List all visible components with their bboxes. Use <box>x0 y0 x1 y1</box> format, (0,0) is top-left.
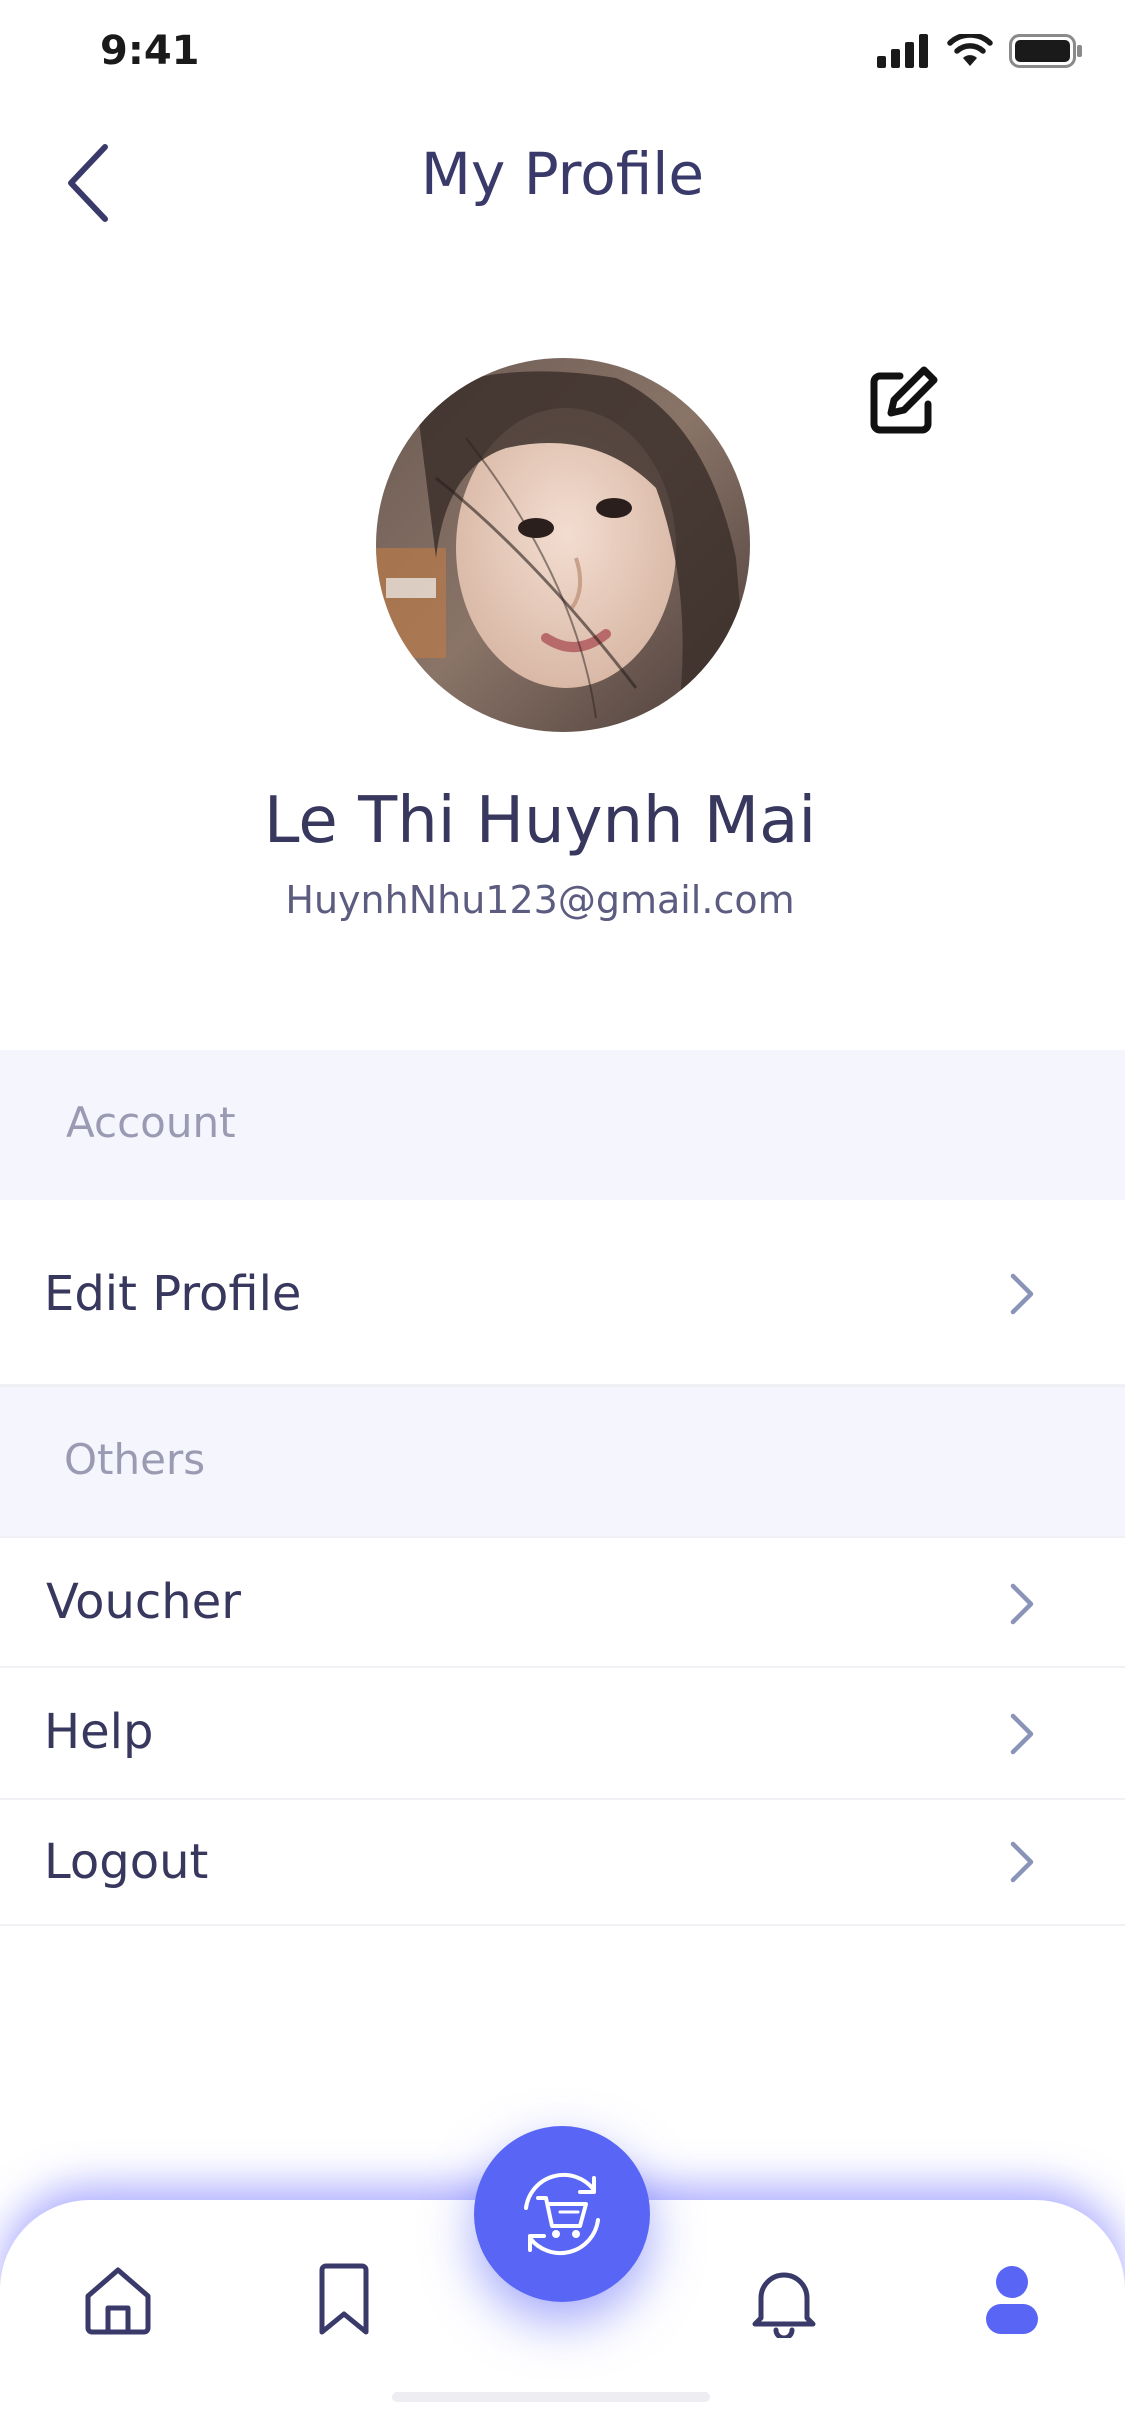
avatar-photo <box>376 358 750 732</box>
profile-screen: 9:41 My Profile Le Thi Huynh Mai HuynhNh… <box>0 0 1125 2436</box>
user-email: HuynhNhu123@gmail.com <box>285 878 795 922</box>
home-indicator <box>392 2392 710 2402</box>
nav-profile-button[interactable] <box>970 2258 1054 2342</box>
profile-icon <box>986 2266 1038 2334</box>
cart-refresh-icon <box>524 2172 600 2256</box>
menu-item-logout[interactable]: Logout <box>0 1800 1125 1926</box>
menu-item-label: Logout <box>44 1834 209 1890</box>
cellular-signal-icon <box>877 34 928 68</box>
section-header-others: Others <box>0 1386 1125 1536</box>
nav-notifications-button[interactable] <box>742 2258 826 2342</box>
chevron-right-icon <box>1010 1583 1034 1625</box>
battery-icon <box>1009 34 1082 68</box>
status-time: 9:41 <box>100 28 200 74</box>
nav-home-button[interactable] <box>76 2258 160 2342</box>
home-icon <box>85 2267 151 2335</box>
section-title: Others <box>64 1435 206 1484</box>
menu-item-label: Voucher <box>46 1574 241 1630</box>
menu-item-label: Edit Profile <box>44 1266 302 1322</box>
avatar <box>376 358 750 732</box>
wifi-icon <box>947 34 993 66</box>
status-icons <box>877 34 1083 68</box>
menu-item-edit-profile[interactable]: Edit Profile <box>0 1200 1125 1386</box>
menu-item-help[interactable]: Help <box>0 1668 1125 1800</box>
section-title: Account <box>66 1098 236 1147</box>
chevron-right-icon <box>1010 1713 1034 1755</box>
edit-square-icon <box>870 366 938 434</box>
edit-profile-icon-button[interactable] <box>866 364 940 438</box>
chevron-right-icon <box>1010 1273 1034 1315</box>
chevron-right-icon <box>1010 1841 1034 1883</box>
nav-bookmark-button[interactable] <box>302 2258 386 2342</box>
bell-icon <box>752 2272 816 2338</box>
menu-item-label: Help <box>44 1704 154 1760</box>
user-name: Le Thi Huynh Mai <box>263 784 817 858</box>
page-title: My Profile <box>420 140 705 208</box>
bookmark-icon <box>319 2263 369 2335</box>
cart-refresh-button[interactable] <box>474 2126 650 2302</box>
section-header-account: Account <box>0 1050 1125 1200</box>
menu-item-voucher[interactable]: Voucher <box>0 1536 1125 1668</box>
status-bar: 9:41 <box>0 0 1125 110</box>
